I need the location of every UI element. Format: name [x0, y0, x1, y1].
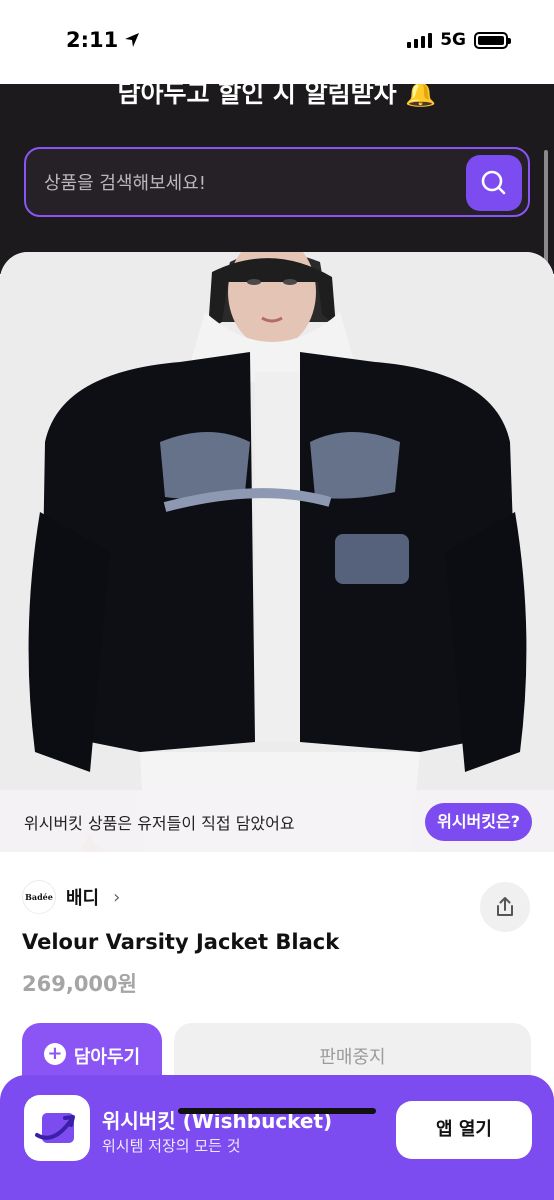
- promo-banner-text: 담아두고 할인 시 알림받자 🔔: [117, 84, 437, 108]
- product-image[interactable]: [0, 252, 554, 852]
- brand-link[interactable]: Badée 배디 ›: [22, 880, 120, 914]
- status-bar: 2:11 5G: [0, 0, 554, 84]
- app-subtitle: 위시템 저장의 모든 것: [102, 1137, 241, 1155]
- search-bar[interactable]: 상품을 검색해보세요!: [24, 147, 530, 217]
- location-arrow-icon: [125, 33, 140, 47]
- notice-text: 위시버킷 상품은 유저들이 직접 담았어요: [24, 814, 295, 833]
- brand-logo: Badée: [22, 880, 56, 914]
- search-button[interactable]: [466, 155, 522, 211]
- promo-banner: 담아두고 할인 시 알림받자 🔔: [0, 84, 554, 108]
- notice-bar: 위시버킷 상품은 유저들이 직접 담았어요 위시버킷은?: [0, 790, 554, 852]
- search-icon: [481, 170, 506, 195]
- chevron-right-icon: ›: [113, 886, 121, 908]
- app-install-banner: 위시버킷 (Wishbucket) 위시템 저장의 모든 것 앱 열기: [0, 1075, 554, 1200]
- signal-icon: [407, 32, 433, 48]
- brand-name[interactable]: 배디: [66, 884, 99, 910]
- product-price: 269,000원: [22, 972, 137, 996]
- clock-text: 2:11: [66, 28, 119, 52]
- wishbucket-logo-icon: [35, 1113, 75, 1143]
- scrollbar[interactable]: [544, 150, 548, 265]
- home-indicator: [178, 1108, 376, 1114]
- model-illustration: [0, 252, 554, 852]
- about-wishbucket-button[interactable]: 위시버킷은?: [425, 803, 532, 841]
- network-label: 5G: [440, 30, 466, 50]
- product-name: Velour Varsity Jacket Black: [22, 930, 340, 954]
- battery-icon: [474, 31, 511, 49]
- wish-button-label: 담아두기: [73, 1047, 141, 1068]
- status-time: 2:11: [66, 28, 140, 52]
- share-icon: [497, 897, 513, 916]
- status-indicators: 5G: [407, 30, 511, 50]
- header: 담아두고 할인 시 알림받자 🔔 상품을 검색해보세요!: [0, 84, 554, 274]
- open-app-button[interactable]: 앱 열기: [396, 1101, 532, 1159]
- plus-icon: +: [43, 1043, 66, 1065]
- search-input[interactable]: 상품을 검색해보세요!: [44, 169, 206, 195]
- app-icon: [24, 1095, 90, 1161]
- share-button[interactable]: [480, 882, 530, 932]
